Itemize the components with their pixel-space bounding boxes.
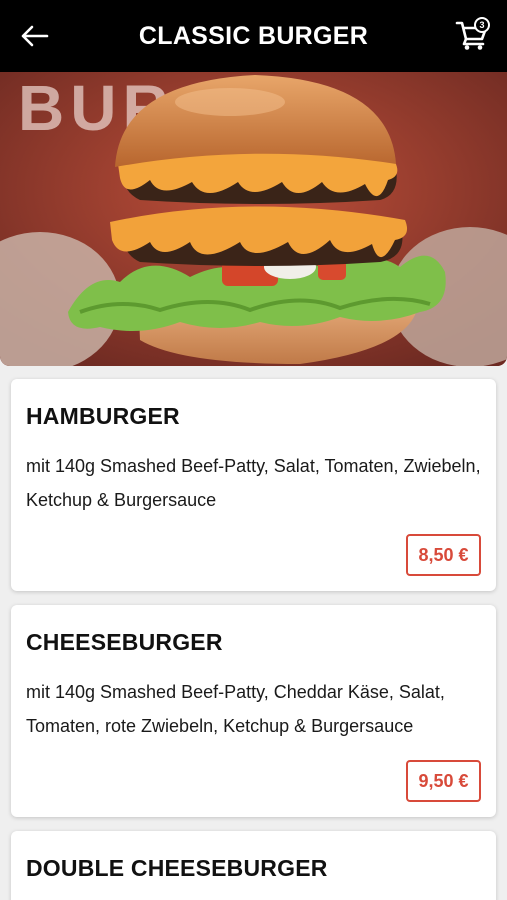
price-button[interactable]: 9,50 € xyxy=(406,760,481,802)
cart-count-badge: 3 xyxy=(474,17,490,33)
arrow-left-icon xyxy=(21,25,49,47)
menu-item-card[interactable]: CHEESEBURGER mit 140g Smashed Beef-Patty… xyxy=(11,605,496,817)
back-button[interactable] xyxy=(14,18,54,54)
menu-item-name: CHEESEBURGER xyxy=(26,629,223,655)
cart-button[interactable]: 3 xyxy=(451,14,493,56)
menu-item-description: mit 140g Smashed Beef-Patty, Cheddar Käs… xyxy=(26,682,445,736)
menu-item-description: mit 140g Smashed Beef-Patty, Salat, Toma… xyxy=(26,456,481,510)
price-button[interactable]: 8,50 € xyxy=(406,534,481,576)
burger-photo: BURGER xyxy=(0,72,507,366)
menu-item-card[interactable]: HAMBURGER mit 140g Smashed Beef-Patty, S… xyxy=(11,379,496,591)
hero-image: BURGER xyxy=(0,72,507,366)
menu-item-name: HAMBURGER xyxy=(26,403,180,429)
top-app-bar: CLASSIC BURGER 3 xyxy=(0,0,507,72)
menu-item-card[interactable]: DOUBLE CHEESEBURGER xyxy=(11,831,496,900)
page-title: CLASSIC BURGER xyxy=(138,21,369,50)
menu-item-name: DOUBLE CHEESEBURGER xyxy=(26,855,328,881)
